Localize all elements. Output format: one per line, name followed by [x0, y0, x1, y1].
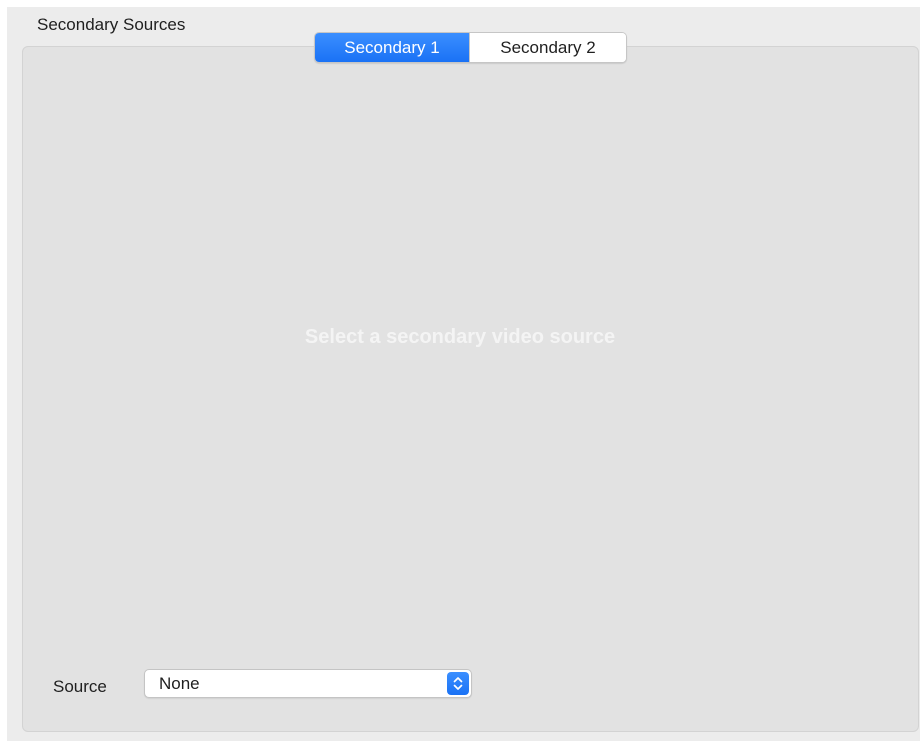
- source-label: Source: [53, 677, 107, 696]
- section-title: Secondary Sources: [37, 15, 186, 34]
- tab-bar: Secondary 1 Secondary 2: [314, 32, 627, 63]
- secondary-sources-panel: [22, 46, 919, 732]
- chevron-up-down-icon: [447, 672, 469, 695]
- source-selected-value: None: [159, 674, 200, 693]
- tab-secondary-1[interactable]: Secondary 1: [315, 33, 469, 62]
- tab-secondary-2[interactable]: Secondary 2: [469, 33, 626, 62]
- source-popup-button[interactable]: None: [144, 669, 472, 698]
- video-source-placeholder: Select a secondary video source: [304, 326, 616, 348]
